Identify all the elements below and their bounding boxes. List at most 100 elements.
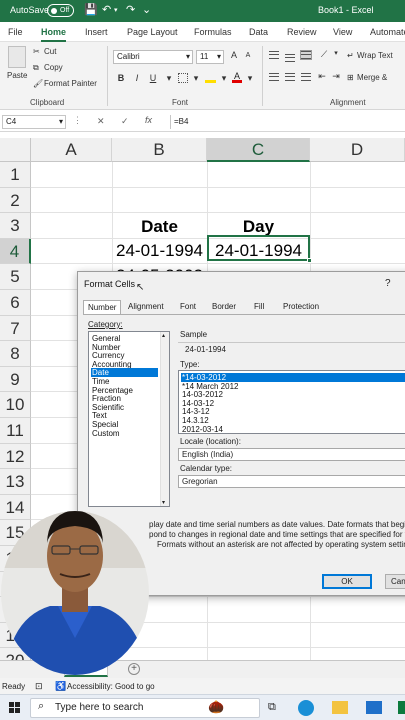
underline-button[interactable]: U <box>147 73 159 83</box>
orientation-dropdown-icon[interactable]: ▾ <box>330 49 342 57</box>
type-item[interactable]: 2012-03-14 <box>181 425 405 433</box>
save-icon[interactable]: 💾 <box>84 3 98 16</box>
borders-dropdown-icon[interactable]: ▾ <box>190 73 202 84</box>
cut-button[interactable]: Cut <box>44 47 56 56</box>
cell-b3[interactable]: Date <box>112 214 207 240</box>
category-item-custom[interactable]: Custom <box>91 429 158 438</box>
tab-formulas[interactable]: Formulas <box>194 27 232 37</box>
wrap-text-button[interactable]: Wrap Text <box>357 51 393 60</box>
dialog-tab-protection[interactable]: Protection <box>279 300 323 314</box>
row-header-11[interactable]: 11 <box>0 418 31 444</box>
accessibility-status[interactable]: Accessibility: Good to go <box>67 682 155 691</box>
autosave-toggle[interactable]: Off <box>47 4 74 17</box>
macro-record-icon[interactable]: ⊡ <box>35 681 43 692</box>
cancel-button[interactable]: Can <box>385 574 405 589</box>
weather-widget-icon[interactable]: 🌰 <box>208 699 224 715</box>
name-box[interactable]: C4 ▾ <box>2 115 66 129</box>
align-center-icon[interactable] <box>285 73 295 81</box>
font-size-box[interactable]: 11 ▾ <box>196 50 224 64</box>
cancel-edit-icon[interactable]: ✕ <box>97 116 105 127</box>
select-all-corner[interactable] <box>0 138 31 162</box>
tab-review[interactable]: Review <box>287 27 317 37</box>
row-header-5[interactable]: 5 <box>0 264 31 290</box>
undo-icon[interactable]: ↶ <box>102 3 111 16</box>
insert-function-icon[interactable]: fx <box>145 115 152 125</box>
orientation-icon[interactable]: ⟋ <box>318 49 330 60</box>
cut-icon[interactable]: ✂ <box>33 47 40 56</box>
row-header-3[interactable]: 3 <box>0 213 31 239</box>
format-painter-button[interactable]: Format Painter <box>44 79 97 88</box>
dialog-tab-alignment[interactable]: Alignment <box>124 300 168 314</box>
row-header-8[interactable]: 8 <box>0 341 31 367</box>
copy-icon[interactable]: ⧉ <box>33 63 39 73</box>
undo-dropdown-icon[interactable]: ▾ <box>114 6 118 14</box>
row-header-1[interactable]: 1 <box>0 162 31 188</box>
locale-select[interactable]: English (India) <box>178 448 405 461</box>
merge-icon[interactable]: ⊞ <box>347 73 354 82</box>
tab-page-layout[interactable]: Page Layout <box>127 27 178 37</box>
tab-data[interactable]: Data <box>249 27 268 37</box>
copy-button[interactable]: Copy <box>44 63 63 72</box>
middle-align-icon[interactable] <box>285 54 295 62</box>
wrap-text-icon[interactable]: ↵ <box>347 51 354 60</box>
fill-handle[interactable] <box>307 258 312 263</box>
excel-taskbar-icon[interactable] <box>398 701 405 714</box>
borders-icon[interactable] <box>178 73 188 83</box>
column-header-a[interactable]: A <box>31 138 112 162</box>
font-color-icon[interactable]: A <box>232 71 242 83</box>
paste-label[interactable]: Paste <box>7 71 27 80</box>
italic-button[interactable]: I <box>131 73 143 83</box>
column-header-b[interactable]: B <box>112 138 207 162</box>
calendar-type-select[interactable]: Gregorian <box>178 475 405 488</box>
more-icon[interactable]: ⋮ <box>73 115 82 126</box>
dialog-tab-number[interactable]: Number <box>83 300 122 315</box>
align-left-icon[interactable] <box>269 73 279 81</box>
cell-b4[interactable]: 24-01-1994 <box>112 238 207 264</box>
format-painter-icon[interactable]: 🖌 <box>33 79 43 88</box>
merge-button[interactable]: Merge & <box>357 73 387 82</box>
row-header-12[interactable]: 12 <box>0 443 31 470</box>
row-header-7[interactable]: 7 <box>0 315 31 342</box>
fill-dropdown-icon[interactable]: ▾ <box>218 73 230 84</box>
formula-input[interactable]: =B4 <box>170 115 405 129</box>
underline-dropdown-icon[interactable]: ▾ <box>163 73 175 84</box>
dialog-tab-fill[interactable]: Fill <box>250 300 268 314</box>
row-header-6[interactable]: 6 <box>0 290 31 316</box>
bottom-align-icon[interactable] <box>300 50 312 60</box>
file-explorer-icon[interactable] <box>332 701 348 714</box>
row-header-2[interactable]: 2 <box>0 187 31 214</box>
category-scrollbar[interactable]: ▴ ▾ <box>160 332 169 506</box>
bold-button[interactable]: B <box>115 73 127 83</box>
windows-start-icon[interactable] <box>9 702 21 714</box>
ok-button[interactable]: OK <box>322 574 372 589</box>
type-list[interactable]: *14-03-2012 *14 March 2012 14-03-2012 14-03… <box>178 370 405 434</box>
grow-font-button[interactable]: A <box>228 50 240 60</box>
mail-icon[interactable] <box>366 701 382 714</box>
tab-insert[interactable]: Insert <box>85 27 108 37</box>
increase-indent-icon[interactable]: ⇥ <box>330 71 342 82</box>
dialog-tab-border[interactable]: Border <box>208 300 240 314</box>
task-view-icon[interactable]: ⧉ <box>268 701 276 714</box>
help-button[interactable]: ? <box>385 278 391 289</box>
tab-home[interactable]: Home <box>41 27 67 42</box>
row-header-10[interactable]: 10 <box>0 392 31 418</box>
column-header-c[interactable]: C <box>207 138 310 162</box>
decrease-indent-icon[interactable]: ⇤ <box>316 71 328 82</box>
confirm-edit-icon[interactable]: ✓ <box>121 116 129 127</box>
dialog-tab-font[interactable]: Font <box>176 300 200 314</box>
accessibility-icon[interactable]: ♿ <box>55 681 66 692</box>
column-header-d[interactable]: D <box>310 138 405 162</box>
align-right-icon[interactable] <box>301 73 311 81</box>
tab-automate[interactable]: Automate <box>370 27 405 37</box>
fill-color-icon[interactable] <box>205 73 216 83</box>
edge-browser-icon[interactable] <box>298 700 314 716</box>
row-header-4[interactable]: 4 <box>0 238 31 265</box>
font-color-dropdown-icon[interactable]: ▾ <box>244 73 256 84</box>
tab-view[interactable]: View <box>333 27 352 37</box>
taskbar-search-input[interactable]: Type here to search <box>30 698 260 718</box>
redo-icon[interactable]: ↷ <box>126 3 135 16</box>
shrink-font-button[interactable]: A <box>242 52 254 59</box>
top-align-icon[interactable] <box>269 51 279 59</box>
tab-file[interactable]: File <box>8 27 23 37</box>
paste-icon[interactable] <box>8 46 26 68</box>
